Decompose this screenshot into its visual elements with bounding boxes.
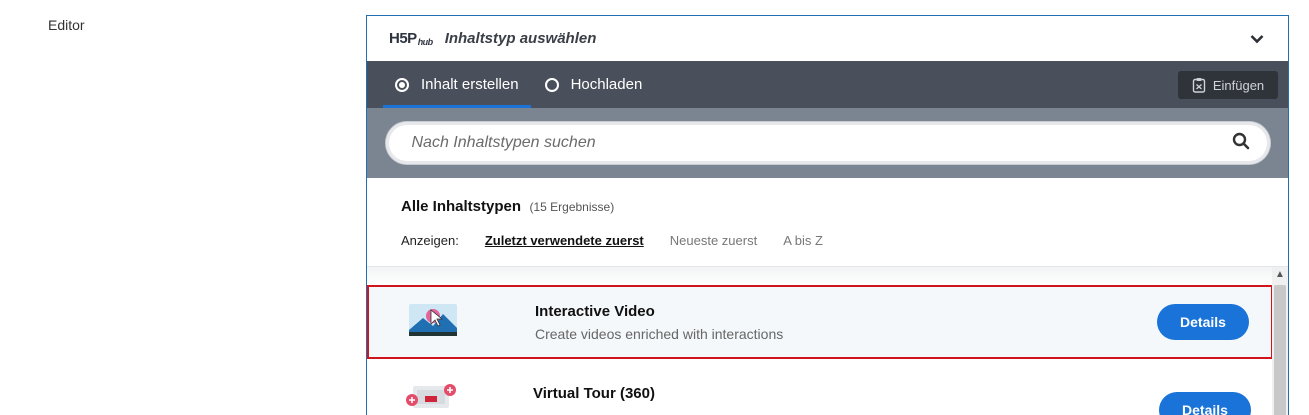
scrollbar[interactable]: ▲ xyxy=(1272,267,1288,415)
logo-small: hub xyxy=(417,36,434,47)
scroll-up-icon[interactable]: ▲ xyxy=(1272,267,1288,281)
results-count: (15 Ergebnisse) xyxy=(529,200,615,214)
tab-label: Hochladen xyxy=(570,76,643,93)
item-title: Interactive Video xyxy=(535,302,655,320)
paste-button[interactable]: Einfügen xyxy=(1178,71,1278,99)
results-title: Alle Inhaltstypen xyxy=(401,198,522,215)
sort-row: Anzeigen: Zuletzt verwendete zuerst Neue… xyxy=(401,233,1254,248)
list-item[interactable]: Interactive Video Create videos enriched… xyxy=(367,285,1273,359)
radio-empty-icon xyxy=(544,77,559,92)
virtual-tour-icon xyxy=(405,376,465,415)
details-button[interactable]: Details xyxy=(1157,304,1249,340)
h5p-hub-logo: H5P hub xyxy=(389,30,433,47)
editor-label: Editor xyxy=(48,17,85,33)
search-box[interactable] xyxy=(385,122,1270,164)
radio-selected-icon xyxy=(395,77,409,92)
chevron-down-icon[interactable] xyxy=(1248,30,1266,48)
sort-recently-used[interactable]: Zuletzt verwendete zuerst xyxy=(485,233,644,248)
hub-title: Inhaltstyp auswählen xyxy=(444,30,597,47)
search-icon[interactable] xyxy=(1232,132,1250,155)
tab-create-content[interactable]: Inhalt erstellen xyxy=(383,61,531,108)
search-area xyxy=(367,108,1288,178)
sort-a-to-z[interactable]: A bis Z xyxy=(783,233,823,248)
sort-newest[interactable]: Neueste zuerst xyxy=(670,233,757,248)
content-type-list: Interactive Video Create videos enriched… xyxy=(367,266,1288,415)
paste-label: Einfügen xyxy=(1212,77,1265,93)
clipboard-icon xyxy=(1192,77,1206,93)
h5p-hub: H5P hub Inhaltstyp auswählen Inhalt erste… xyxy=(366,15,1289,415)
tab-upload[interactable]: Hochladen xyxy=(533,61,655,108)
item-title: Virtual Tour (360) xyxy=(533,384,655,402)
hub-header[interactable]: H5P hub Inhaltstyp auswählen xyxy=(367,16,1288,61)
hub-tabs: Inhalt erstellen Hochladen Einfügen xyxy=(367,61,1288,108)
list-item[interactable]: Virtual Tour (360) Details xyxy=(367,359,1273,415)
logo-main: H5P xyxy=(389,30,417,47)
tab-label: Inhalt erstellen xyxy=(421,76,519,93)
interactive-video-icon xyxy=(407,302,467,342)
results-header: Alle Inhaltstypen (15 Ergebnisse) Anzeig… xyxy=(367,178,1288,266)
scroll-thumb[interactable] xyxy=(1274,285,1286,415)
sort-label: Anzeigen: xyxy=(401,233,459,248)
item-description: Create videos enriched with interactions xyxy=(535,325,784,342)
details-button[interactable]: Details xyxy=(1159,392,1251,415)
search-input[interactable] xyxy=(409,133,1232,153)
